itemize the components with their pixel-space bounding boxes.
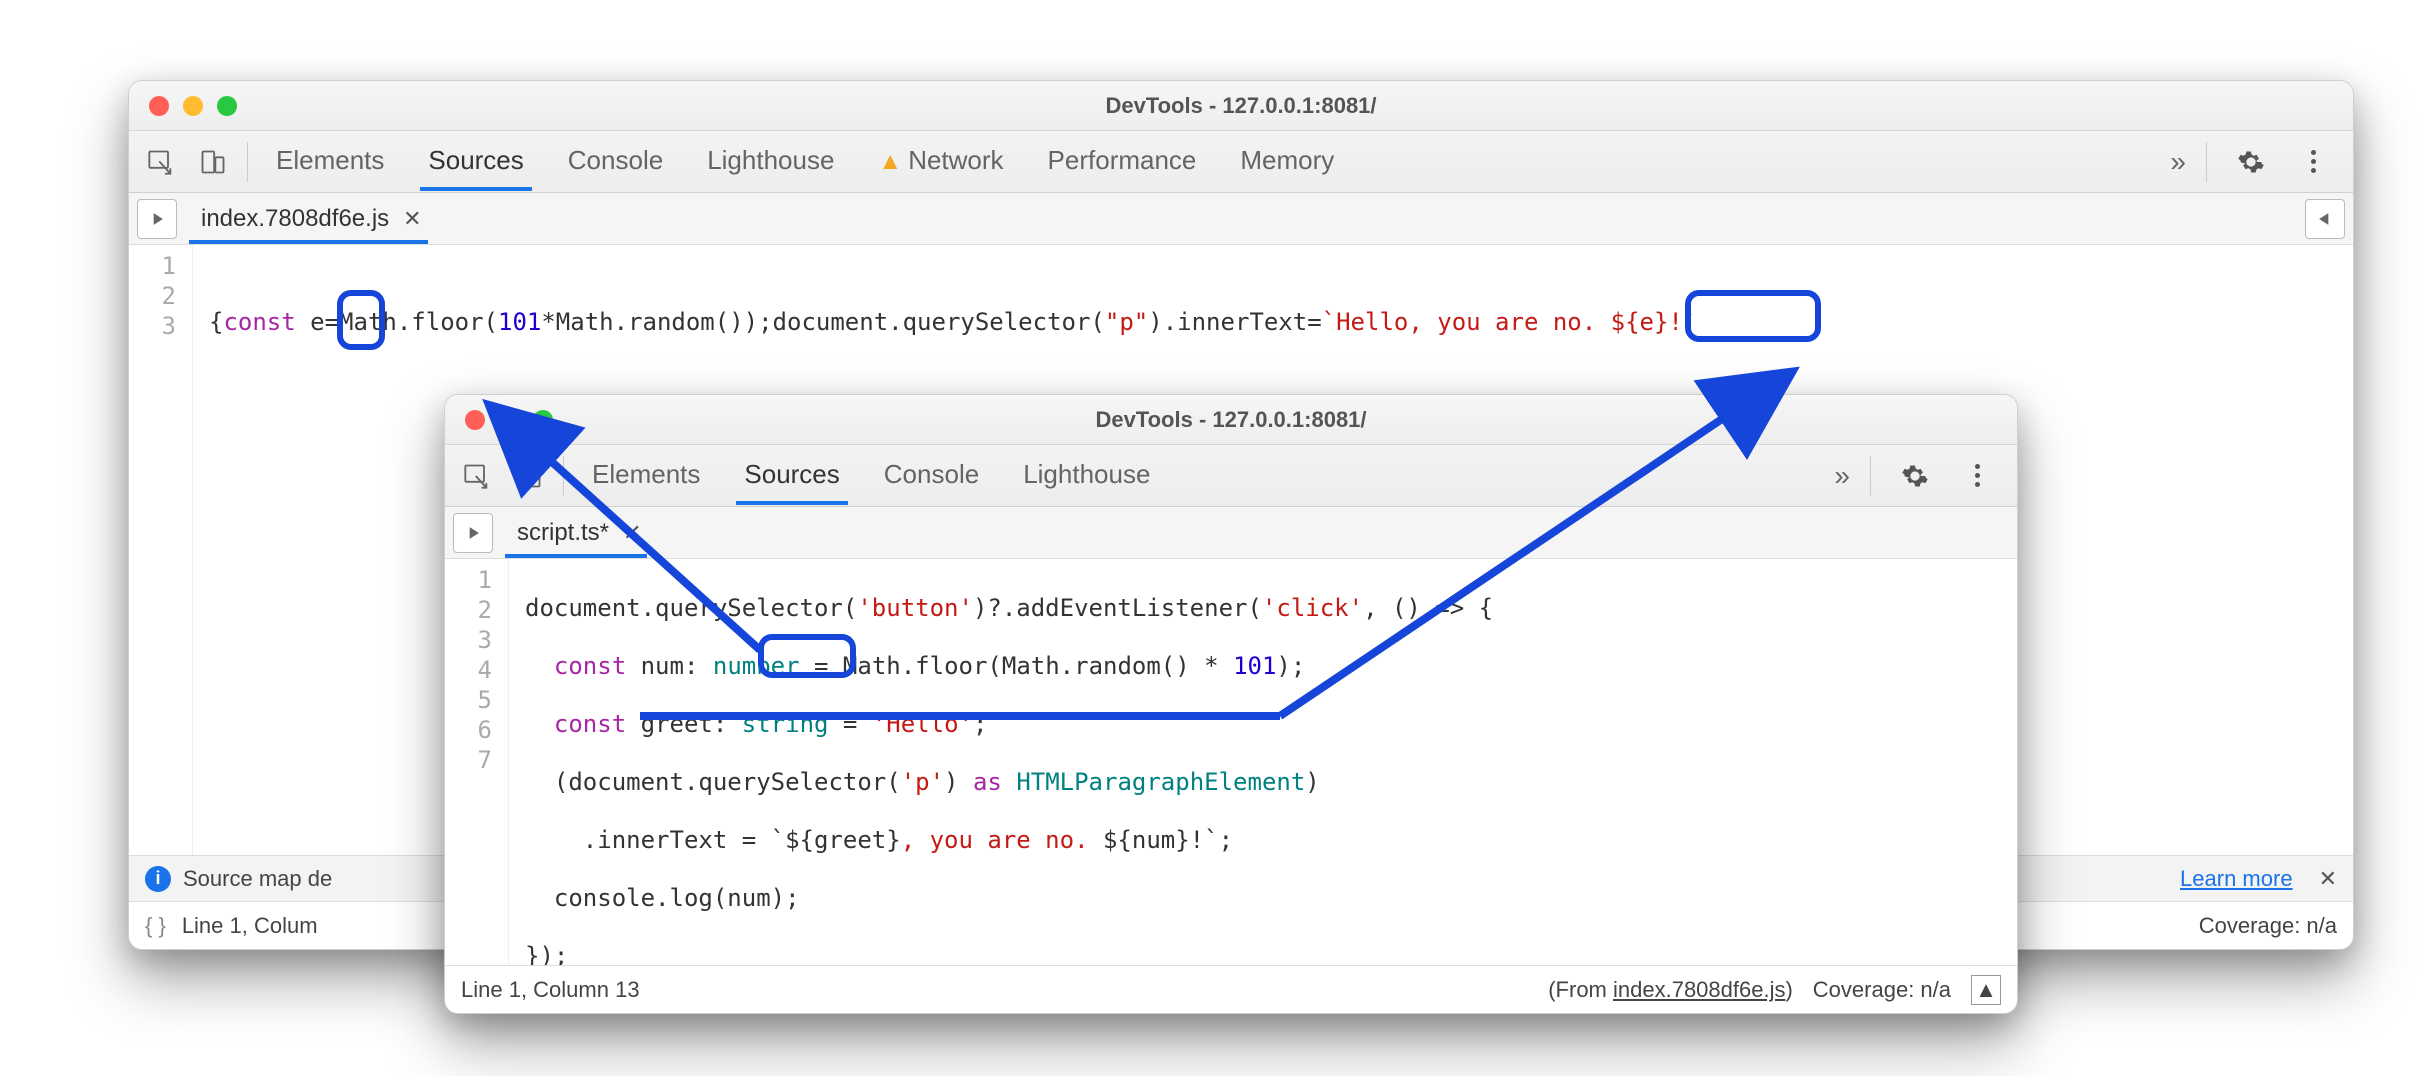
maximize-window-button[interactable] (217, 96, 237, 116)
file-tab[interactable]: index.7808df6e.js ✕ (187, 195, 430, 243)
code-editor[interactable]: 1 2 3 4 5 6 7 document.querySelector('bu… (445, 559, 2017, 965)
gear-icon[interactable] (1891, 452, 1939, 500)
line-gutter: 1 2 3 4 5 6 7 (445, 559, 509, 965)
tab-lighthouse[interactable]: Lighthouse (1019, 447, 1154, 504)
inspect-icon[interactable] (137, 138, 185, 186)
main-toolbar: Elements Sources Console Lighthouse ▲Net… (129, 131, 2353, 193)
more-tabs-icon[interactable]: » (1834, 460, 1850, 492)
tab-sources[interactable]: Sources (424, 133, 527, 190)
inspect-icon[interactable] (453, 452, 501, 500)
window-title: DevTools - 127.0.0.1:8081/ (445, 407, 2017, 433)
close-window-button[interactable] (149, 96, 169, 116)
panel-tabs: Elements Sources Console Lighthouse (588, 447, 1154, 504)
coverage-label: Coverage: n/a (1813, 977, 1951, 1003)
main-toolbar: Elements Sources Console Lighthouse » (445, 445, 2017, 507)
window-title: DevTools - 127.0.0.1:8081/ (129, 93, 2353, 119)
close-tab-icon[interactable]: ✕ (403, 206, 421, 232)
infobar-close-icon[interactable]: ✕ (2319, 866, 2337, 892)
pretty-print-icon[interactable]: { } (145, 913, 166, 939)
kebab-menu-icon[interactable] (2289, 138, 2337, 186)
cursor-position: Line 1, Column 13 (461, 977, 640, 1003)
source-tabbar: script.ts* ✕ (445, 507, 2017, 559)
gear-icon[interactable] (2227, 138, 2275, 186)
divider (1870, 456, 1871, 496)
origin-file-link[interactable]: index.7808df6e.js (1613, 977, 1785, 1002)
tab-elements[interactable]: Elements (272, 133, 388, 190)
device-toggle-icon[interactable] (189, 138, 237, 186)
show-debugger-icon[interactable] (2305, 199, 2345, 239)
titlebar[interactable]: DevTools - 127.0.0.1:8081/ (445, 395, 2017, 445)
cursor-position: Line 1, Colum (182, 913, 318, 939)
device-toggle-icon[interactable] (505, 452, 553, 500)
learn-more-link[interactable]: Learn more (2180, 866, 2293, 892)
info-icon: i (145, 866, 171, 892)
kebab-menu-icon[interactable] (1953, 452, 2001, 500)
close-window-button[interactable] (465, 410, 485, 430)
divider (563, 456, 564, 496)
statusbar: Line 1, Column 13 (From index.7808df6e.j… (445, 965, 2017, 1013)
traffic-lights (129, 96, 237, 116)
close-tab-icon[interactable]: ✕ (623, 520, 641, 546)
divider (2206, 142, 2207, 182)
tab-network[interactable]: ▲Network (874, 133, 1007, 190)
devtools-window-2: DevTools - 127.0.0.1:8081/ Elements Sour… (444, 394, 2018, 1014)
panel-tabs: Elements Sources Console Lighthouse ▲Net… (272, 133, 1338, 190)
minimize-window-button[interactable] (499, 410, 519, 430)
warning-icon: ▲ (878, 148, 902, 175)
tab-memory[interactable]: Memory (1236, 133, 1338, 190)
file-tab-label: script.ts* (517, 519, 609, 547)
titlebar[interactable]: DevTools - 127.0.0.1:8081/ (129, 81, 2353, 131)
tab-console[interactable]: Console (880, 447, 983, 504)
expand-icon[interactable]: ▲ (1971, 975, 2001, 1005)
more-tabs-icon[interactable]: » (2170, 146, 2186, 178)
divider (247, 142, 248, 182)
traffic-lights (445, 410, 553, 430)
tab-elements[interactable]: Elements (588, 447, 704, 504)
source-tabbar: index.7808df6e.js ✕ (129, 193, 2353, 245)
coverage-label: Coverage: n/a (2199, 913, 2337, 939)
file-tab-label: index.7808df6e.js (201, 205, 389, 233)
line-gutter: 1 2 3 (129, 245, 193, 855)
code-content[interactable]: document.querySelector('button')?.addEve… (509, 559, 2017, 965)
infobar-text: Source map de (183, 866, 332, 892)
minimize-window-button[interactable] (183, 96, 203, 116)
source-origin: (From index.7808df6e.js) (1548, 977, 1793, 1003)
tab-console[interactable]: Console (564, 133, 667, 190)
show-navigator-icon[interactable] (137, 199, 177, 239)
show-navigator-icon[interactable] (453, 513, 493, 553)
file-tab[interactable]: script.ts* ✕ (503, 509, 649, 557)
tab-sources[interactable]: Sources (740, 447, 843, 504)
tab-lighthouse[interactable]: Lighthouse (703, 133, 838, 190)
maximize-window-button[interactable] (533, 410, 553, 430)
tab-performance[interactable]: Performance (1044, 133, 1201, 190)
